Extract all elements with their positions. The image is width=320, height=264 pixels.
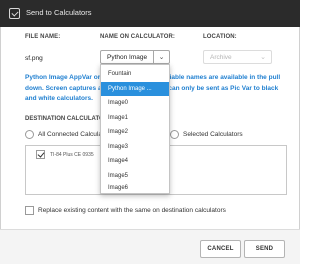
radio-all-calculators[interactable]: [25, 130, 34, 139]
dropdown-item[interactable]: Image2: [101, 125, 169, 140]
header-location: LOCATION:: [203, 34, 237, 40]
calculator-name-select[interactable]: Python Image ⌄: [100, 50, 170, 64]
header-file-name: FILE NAME:: [25, 34, 61, 40]
dropdown-item[interactable]: Image5: [101, 169, 169, 184]
calculator-checkbox[interactable]: [36, 150, 45, 159]
calculator-name-label: TI-84 Plus CE 0935: [50, 152, 94, 158]
chevron-down-icon[interactable]: ⌄: [153, 51, 169, 63]
location-value: Archive: [210, 54, 232, 61]
app-icon: [9, 8, 20, 19]
file-name: sf.png: [25, 55, 43, 62]
dropdown-item[interactable]: Image3: [101, 140, 169, 155]
radio-selected-calculators[interactable]: [170, 130, 179, 139]
dropdown-item[interactable]: Image1: [101, 111, 169, 126]
dropdown-item[interactable]: Image4: [101, 154, 169, 169]
dropdown-item[interactable]: Image6: [101, 183, 169, 194]
dropdown-item[interactable]: Image0: [101, 96, 169, 111]
cancel-button[interactable]: CANCEL: [200, 240, 241, 258]
location-select[interactable]: Archive ⌄: [203, 50, 272, 64]
calculator-name-value: Python Image: [107, 54, 148, 61]
send-button[interactable]: SEND: [244, 240, 285, 258]
replace-checkbox[interactable]: [25, 206, 34, 215]
replace-label: Replace existing content with the same o…: [38, 207, 226, 214]
title-bar: Send to Calculators: [0, 0, 300, 27]
chevron-down-icon: ⌄: [260, 54, 266, 61]
dropdown-item[interactable]: Fountain: [101, 67, 169, 82]
dropdown-item-selected[interactable]: Python Image ...: [101, 81, 169, 96]
window-title: Send to Calculators: [26, 8, 92, 17]
calculator-name-dropdown: Fountain Python Image ... Image0 Image1 …: [100, 64, 170, 194]
radio-selected-calculators-label: Selected Calculators: [183, 131, 243, 138]
header-name-on-calculator: NAME ON CALCULATOR:: [100, 34, 176, 40]
